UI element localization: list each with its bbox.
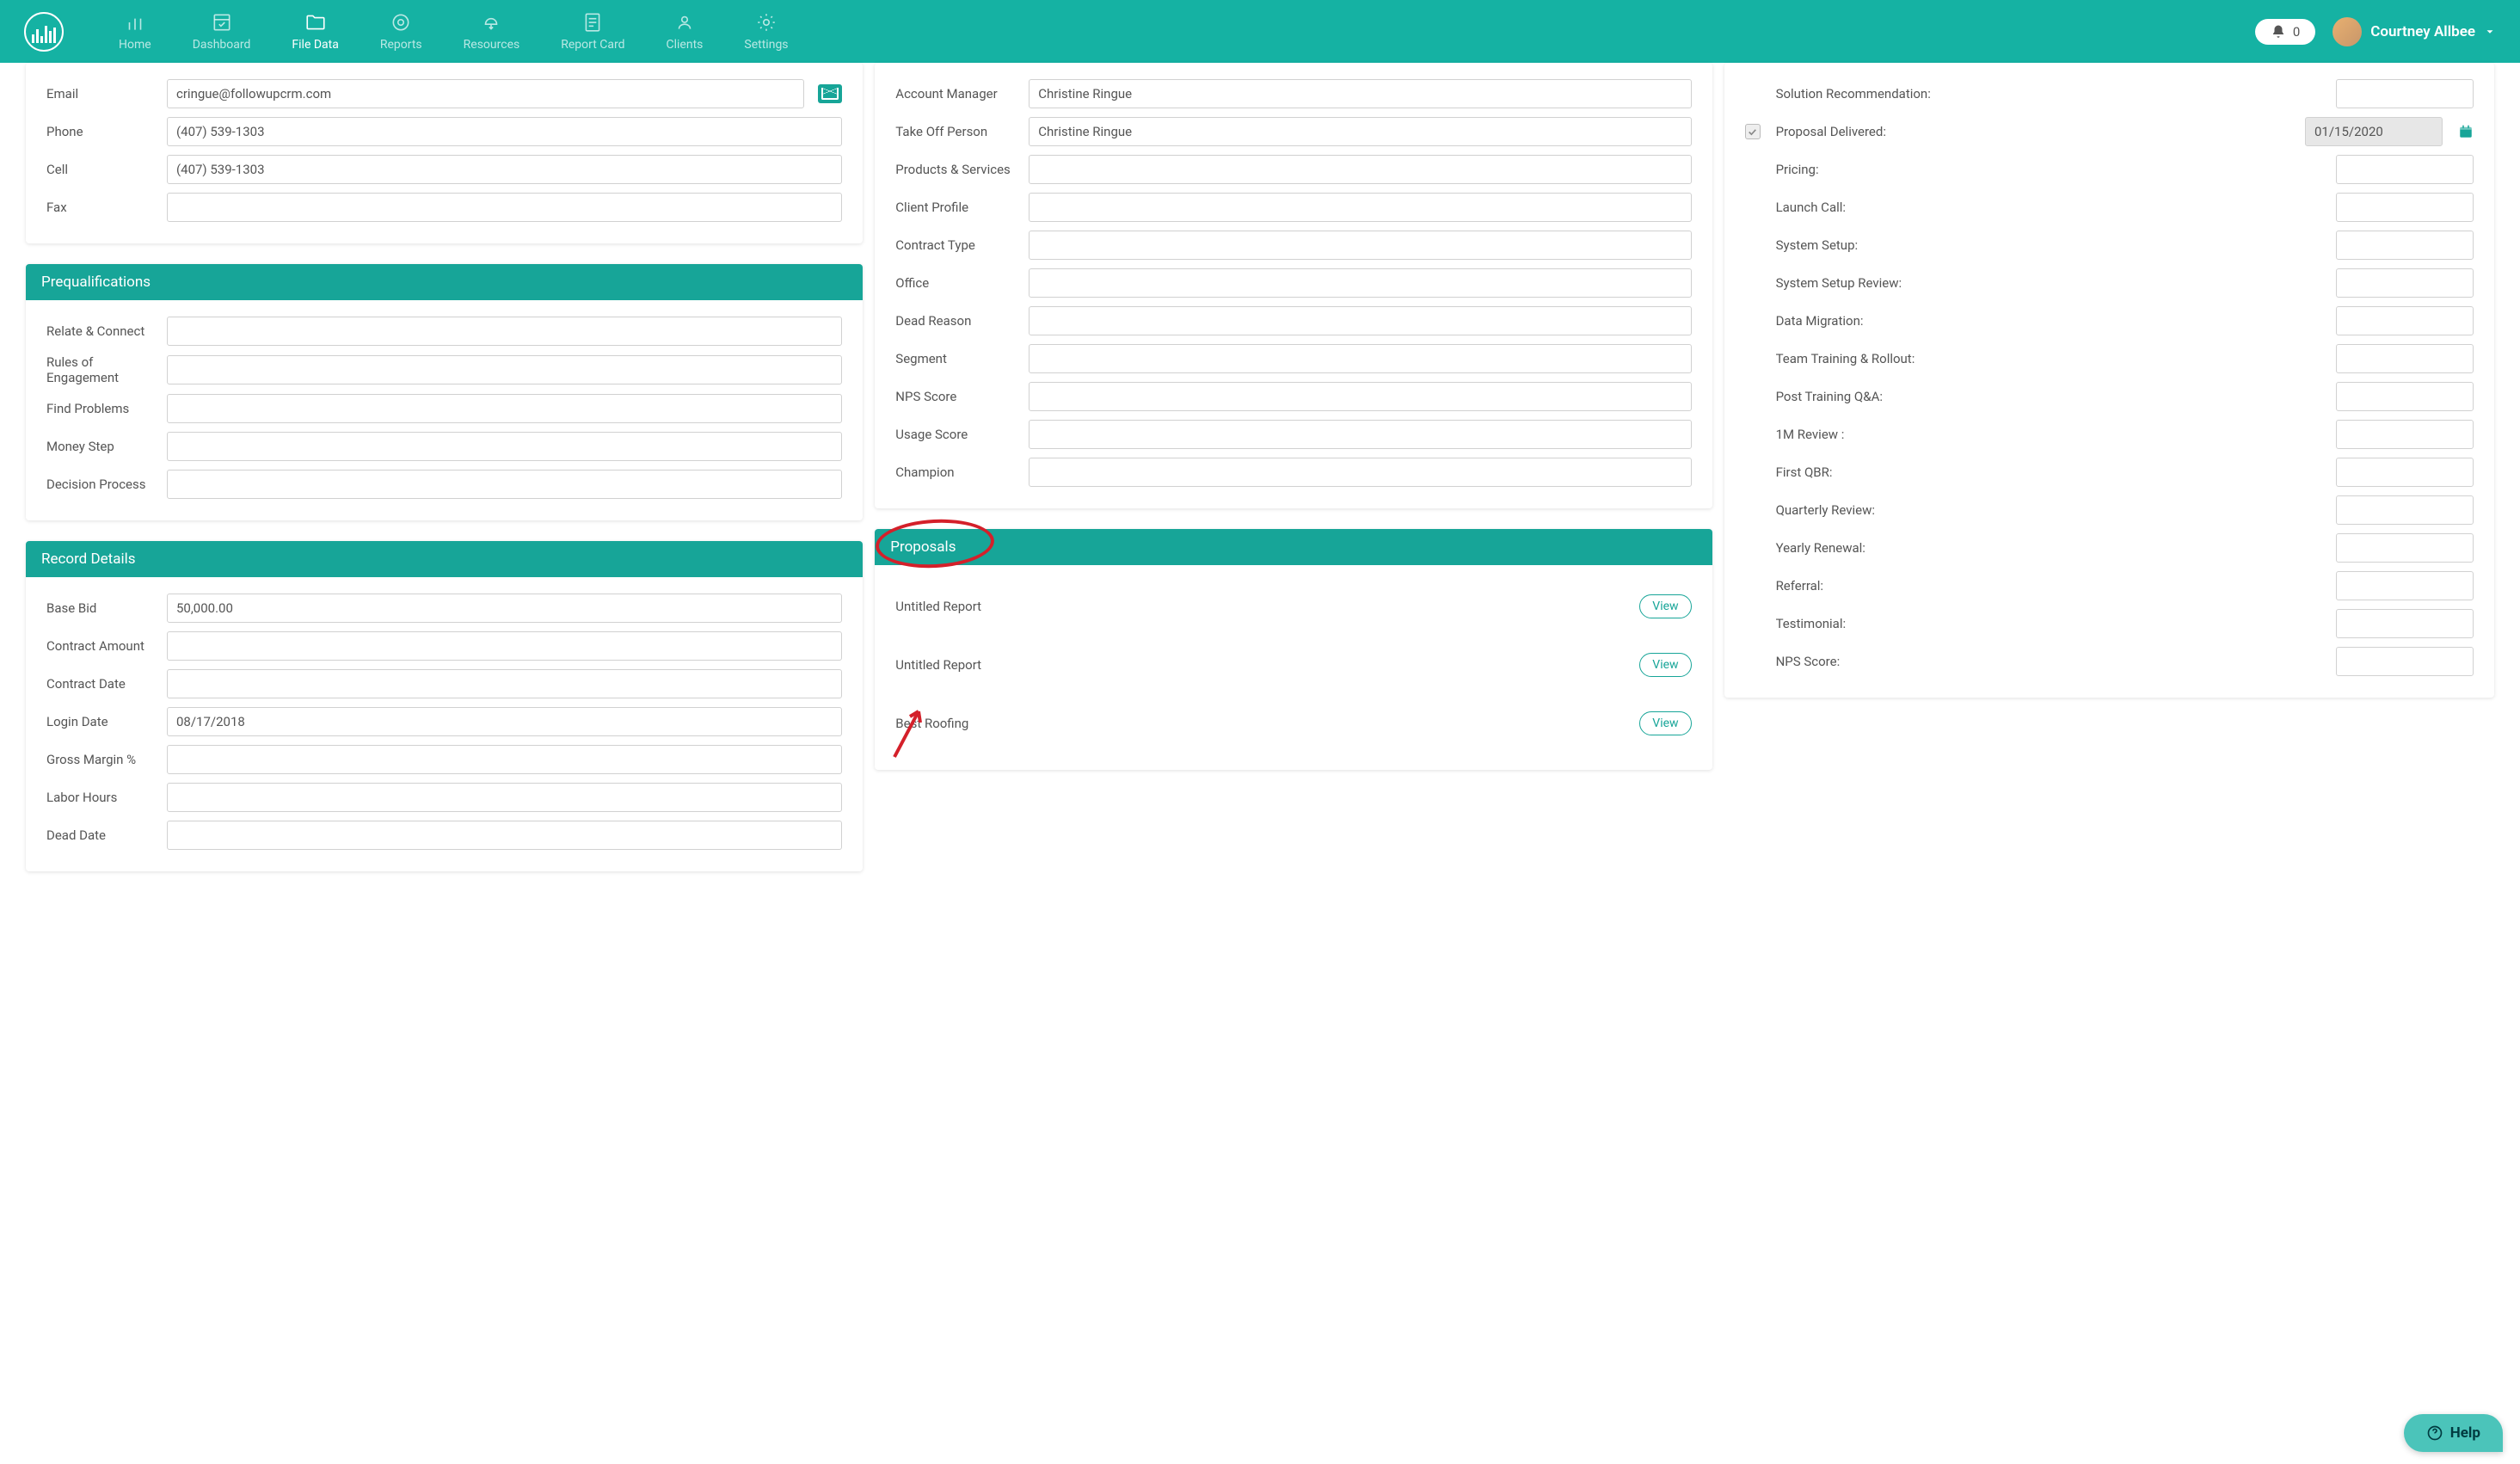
money-step-field[interactable]	[167, 432, 842, 461]
gross-margin-field[interactable]	[167, 745, 842, 774]
column-middle: Account Manager Take Off Person Products…	[875, 63, 1712, 770]
nav-settings[interactable]: Settings	[723, 11, 808, 52]
phone-field[interactable]	[167, 117, 842, 146]
proposal-row: Untitled ReportView	[895, 636, 1691, 694]
contact-card: Email Phone Cell Fax	[26, 63, 863, 243]
topbar: Home Dashboard File Data Reports Resourc…	[0, 0, 2520, 63]
nav-resources[interactable]: Resources	[443, 11, 541, 52]
phone-label: Phone	[46, 124, 158, 139]
check-icon	[1747, 126, 1758, 138]
bell-icon	[2271, 24, 2286, 40]
prequalifications-header: Prequalifications	[26, 264, 863, 300]
help-icon	[2426, 1424, 2443, 1442]
first-qbr-field[interactable]	[2336, 458, 2474, 487]
base-bid-field[interactable]	[167, 594, 842, 623]
avatar	[2333, 17, 2362, 46]
fax-field[interactable]	[167, 193, 842, 222]
nps-score-field[interactable]	[1029, 382, 1691, 411]
proposal-row: Best RoofingView	[895, 694, 1691, 753]
view-button[interactable]: View	[1639, 711, 1691, 735]
client-profile-field[interactable]	[1029, 193, 1691, 222]
launch-call-field[interactable]	[2336, 193, 2474, 222]
post-training-qa-field[interactable]	[2336, 382, 2474, 411]
data-migration-field[interactable]	[2336, 306, 2474, 335]
products-services-field[interactable]	[1029, 155, 1691, 184]
usage-score-field[interactable]	[1029, 420, 1691, 449]
solution-field[interactable]	[2336, 79, 2474, 108]
contract-amount-field[interactable]	[167, 631, 842, 661]
nav-reports[interactable]: Reports	[360, 11, 443, 52]
mail-icon[interactable]	[818, 84, 842, 103]
proposal-row: Untitled ReportView	[895, 577, 1691, 636]
contract-date-field[interactable]	[167, 669, 842, 698]
nav-clients[interactable]: Clients	[646, 11, 724, 52]
column-right: Solution Recommendation: Proposal Delive…	[1724, 63, 2494, 698]
topbar-right: 0 Courtney Allbee	[2255, 17, 2496, 46]
prequalifications-card: Prequalifications Relate & Connect Rules…	[26, 264, 863, 520]
yearly-renewal-field[interactable]	[2336, 533, 2474, 563]
notification-badge[interactable]: 0	[2255, 19, 2315, 45]
details-card: Account Manager Take Off Person Products…	[875, 63, 1712, 508]
relate-connect-field[interactable]	[167, 317, 842, 346]
logo-icon[interactable]	[24, 12, 64, 52]
nav-dashboard[interactable]: Dashboard	[172, 11, 272, 52]
labor-hours-field[interactable]	[167, 783, 842, 812]
proposal-delivered-checkbox[interactable]	[1745, 124, 1761, 139]
proposal-delivered-field[interactable]	[2305, 117, 2443, 146]
dead-reason-field[interactable]	[1029, 306, 1691, 335]
column-left: Email Phone Cell Fax Prequalifications R…	[26, 63, 863, 871]
referral-field[interactable]	[2336, 571, 2474, 600]
system-setup-review-field[interactable]	[2336, 268, 2474, 298]
email-field[interactable]	[167, 79, 804, 108]
view-button[interactable]: View	[1639, 653, 1691, 677]
login-date-field[interactable]	[167, 707, 842, 736]
cell-label: Cell	[46, 162, 158, 177]
nav: Home Dashboard File Data Reports Resourc…	[98, 11, 809, 52]
email-label: Email	[46, 86, 158, 101]
proposals-header: Proposals	[875, 529, 1712, 565]
training-rollout-field[interactable]	[2336, 344, 2474, 373]
quarterly-review-field[interactable]	[2336, 495, 2474, 525]
office-field[interactable]	[1029, 268, 1691, 298]
fax-label: Fax	[46, 200, 158, 215]
record-details-header: Record Details	[26, 541, 863, 577]
rules-engagement-field[interactable]	[167, 355, 842, 384]
cell-field[interactable]	[167, 155, 842, 184]
takeoff-person-field[interactable]	[1029, 117, 1691, 146]
decision-process-field[interactable]	[167, 470, 842, 499]
calendar-icon[interactable]	[2458, 124, 2474, 139]
system-setup-field[interactable]	[2336, 231, 2474, 260]
proposals-card: Proposals Untitled ReportView Untitled R…	[875, 529, 1712, 770]
account-manager-field[interactable]	[1029, 79, 1691, 108]
contract-type-field[interactable]	[1029, 231, 1691, 260]
milestones-card: Solution Recommendation: Proposal Delive…	[1724, 63, 2494, 698]
dead-date-field[interactable]	[167, 821, 842, 850]
nav-report-card[interactable]: Report Card	[540, 11, 645, 52]
nav-file-data[interactable]: File Data	[271, 11, 359, 52]
testimonial-field[interactable]	[2336, 609, 2474, 638]
pricing-field[interactable]	[2336, 155, 2474, 184]
segment-field[interactable]	[1029, 344, 1691, 373]
champion-field[interactable]	[1029, 458, 1691, 487]
user-menu[interactable]: Courtney Allbee	[2333, 17, 2496, 46]
chevron-down-icon	[2484, 26, 2496, 38]
find-problems-field[interactable]	[167, 394, 842, 423]
nps-score-milestone-field[interactable]	[2336, 647, 2474, 676]
m1-review-field[interactable]	[2336, 420, 2474, 449]
view-button[interactable]: View	[1639, 594, 1691, 618]
help-button[interactable]: Help	[2404, 1414, 2503, 1452]
nav-home[interactable]: Home	[98, 11, 172, 52]
record-details-card: Record Details Base Bid Contract Amount …	[26, 541, 863, 871]
